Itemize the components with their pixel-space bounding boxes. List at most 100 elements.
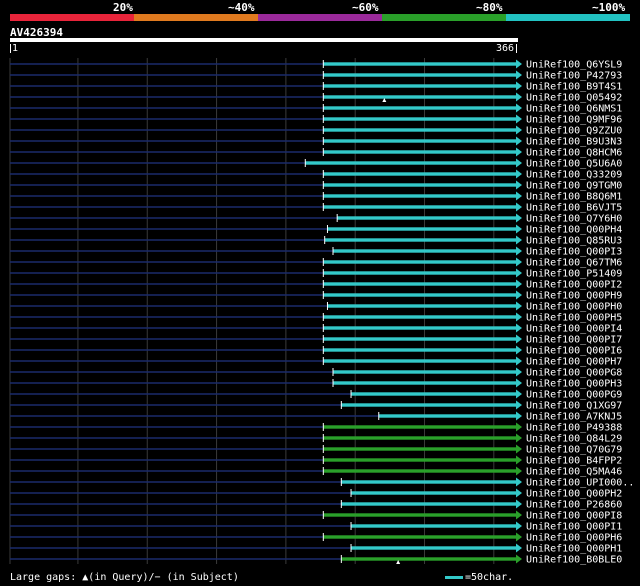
hit-end-arrow	[516, 510, 522, 520]
hit-end-arrow	[516, 202, 522, 212]
hit-end-arrow	[516, 136, 522, 146]
hit-end-arrow	[516, 521, 522, 531]
hit-bar	[337, 216, 516, 220]
hit-label: UniRef100_Q9ZZU0	[526, 126, 622, 137]
hit-end-arrow	[516, 279, 522, 289]
hit-label: UniRef100_A7KNJ5	[526, 412, 622, 423]
hit-bar	[333, 370, 516, 374]
hit-label: UniRef100_UPI000..	[526, 478, 634, 489]
hit-end-arrow	[516, 444, 522, 454]
hit-bar	[323, 315, 516, 319]
hit-label: UniRef100_Q67TM6	[526, 258, 622, 269]
hit-end-arrow	[516, 246, 522, 256]
hit-bar	[323, 95, 516, 99]
hit-end-arrow	[516, 466, 522, 476]
hit-bar	[351, 524, 516, 528]
hit-end-arrow	[516, 488, 522, 498]
hit-label: UniRef100_Q70G79	[526, 445, 622, 456]
scale-legend-text: =50char.	[465, 572, 514, 583]
gaps-legend-prefix: Large gaps:	[10, 572, 77, 583]
hit-label: UniRef100_Q6YSL9	[526, 60, 622, 71]
hit-bar	[323, 260, 516, 264]
hit-end-arrow	[516, 235, 522, 245]
hit-bar	[323, 139, 516, 143]
hit-bar	[323, 62, 516, 66]
hit-bar	[323, 271, 516, 275]
hit-label: UniRef100_Q00PI7	[526, 335, 622, 346]
hit-label: UniRef100_P49388	[526, 423, 622, 434]
hit-end-arrow	[516, 543, 522, 553]
hit-label: UniRef100_P26860	[526, 500, 622, 511]
hit-label: UniRef100_Q00PI8	[526, 511, 622, 522]
hit-bar	[341, 502, 516, 506]
hit-label: UniRef100_B6VJT5	[526, 203, 622, 214]
hit-label: UniRef100_Q00PI4	[526, 324, 622, 335]
hit-label: UniRef100_Q00PH6	[526, 533, 622, 544]
hit-bar	[323, 359, 516, 363]
hit-label: UniRef100_Q05492	[526, 93, 622, 104]
hit-label: UniRef100_Q85RU3	[526, 236, 622, 247]
hit-label: UniRef100_B8Q6M1	[526, 192, 622, 203]
hit-end-arrow	[516, 356, 522, 366]
hit-end-arrow	[516, 334, 522, 344]
hit-end-arrow	[516, 290, 522, 300]
hit-bar	[341, 557, 516, 561]
hit-end-arrow	[516, 180, 522, 190]
hit-bar	[323, 282, 516, 286]
hit-bar	[341, 480, 516, 484]
hit-end-arrow	[516, 532, 522, 542]
hit-bar	[323, 337, 516, 341]
hit-end-arrow	[516, 345, 522, 355]
hit-bar	[323, 458, 516, 462]
hit-bar	[323, 326, 516, 330]
hit-bar	[323, 106, 516, 110]
hit-end-arrow	[516, 411, 522, 421]
gaps-legend-query: (in Query)/	[88, 572, 155, 583]
hit-bar	[327, 227, 516, 231]
hit-end-arrow	[516, 81, 522, 91]
hit-end-arrow	[516, 323, 522, 333]
hit-label: UniRef100_Q7Y6H0	[526, 214, 622, 225]
hit-label: UniRef100_B0BLE0	[526, 555, 622, 566]
hit-bar	[305, 161, 516, 165]
hit-end-arrow	[516, 499, 522, 509]
gaps-legend-subject: (in Subject)	[166, 572, 239, 583]
hit-end-arrow	[516, 389, 522, 399]
hit-label: UniRef100_Q5MA46	[526, 467, 622, 478]
hit-label: UniRef100_Q00PG9	[526, 390, 622, 401]
hit-bar	[323, 513, 516, 517]
hit-bar	[323, 183, 516, 187]
hit-label: UniRef100_Q84L29	[526, 434, 622, 445]
hit-label: UniRef100_Q9TGM0	[526, 181, 622, 192]
hit-label: UniRef100_Q33209	[526, 170, 622, 181]
hit-bar	[323, 150, 516, 154]
hit-label: UniRef100_P51409	[526, 269, 622, 280]
hit-end-arrow	[516, 312, 522, 322]
hit-end-arrow	[516, 169, 522, 179]
hit-end-arrow	[516, 257, 522, 267]
hit-bar	[323, 194, 516, 198]
hit-label: UniRef100_Q00PH7	[526, 357, 622, 368]
hit-label: UniRef100_Q9MF96	[526, 115, 622, 126]
hit-label: UniRef100_Q6NMS1	[526, 104, 622, 115]
hit-end-arrow	[516, 433, 522, 443]
hit-end-arrow	[516, 378, 522, 388]
hit-label: UniRef100_Q00PH9	[526, 291, 622, 302]
hit-bar	[324, 238, 516, 242]
hit-bar	[351, 546, 516, 550]
hit-bar	[323, 348, 516, 352]
hit-bar	[323, 205, 516, 209]
hit-end-arrow	[516, 59, 522, 69]
hit-end-arrow	[516, 400, 522, 410]
hit-end-arrow	[516, 554, 522, 564]
hit-label: UniRef100_B9T4S1	[526, 82, 622, 93]
hit-end-arrow	[516, 477, 522, 487]
hit-label: UniRef100_Q00PH0	[526, 302, 622, 313]
hit-end-arrow	[516, 114, 522, 124]
hit-end-arrow	[516, 455, 522, 465]
gaps-legend: Large gaps: ▲(in Query)/− (in Subject)	[10, 572, 239, 583]
hit-end-arrow	[516, 367, 522, 377]
hit-end-arrow	[516, 92, 522, 102]
hit-end-arrow	[516, 268, 522, 278]
hit-label: UniRef100_Q00PH5	[526, 313, 622, 324]
